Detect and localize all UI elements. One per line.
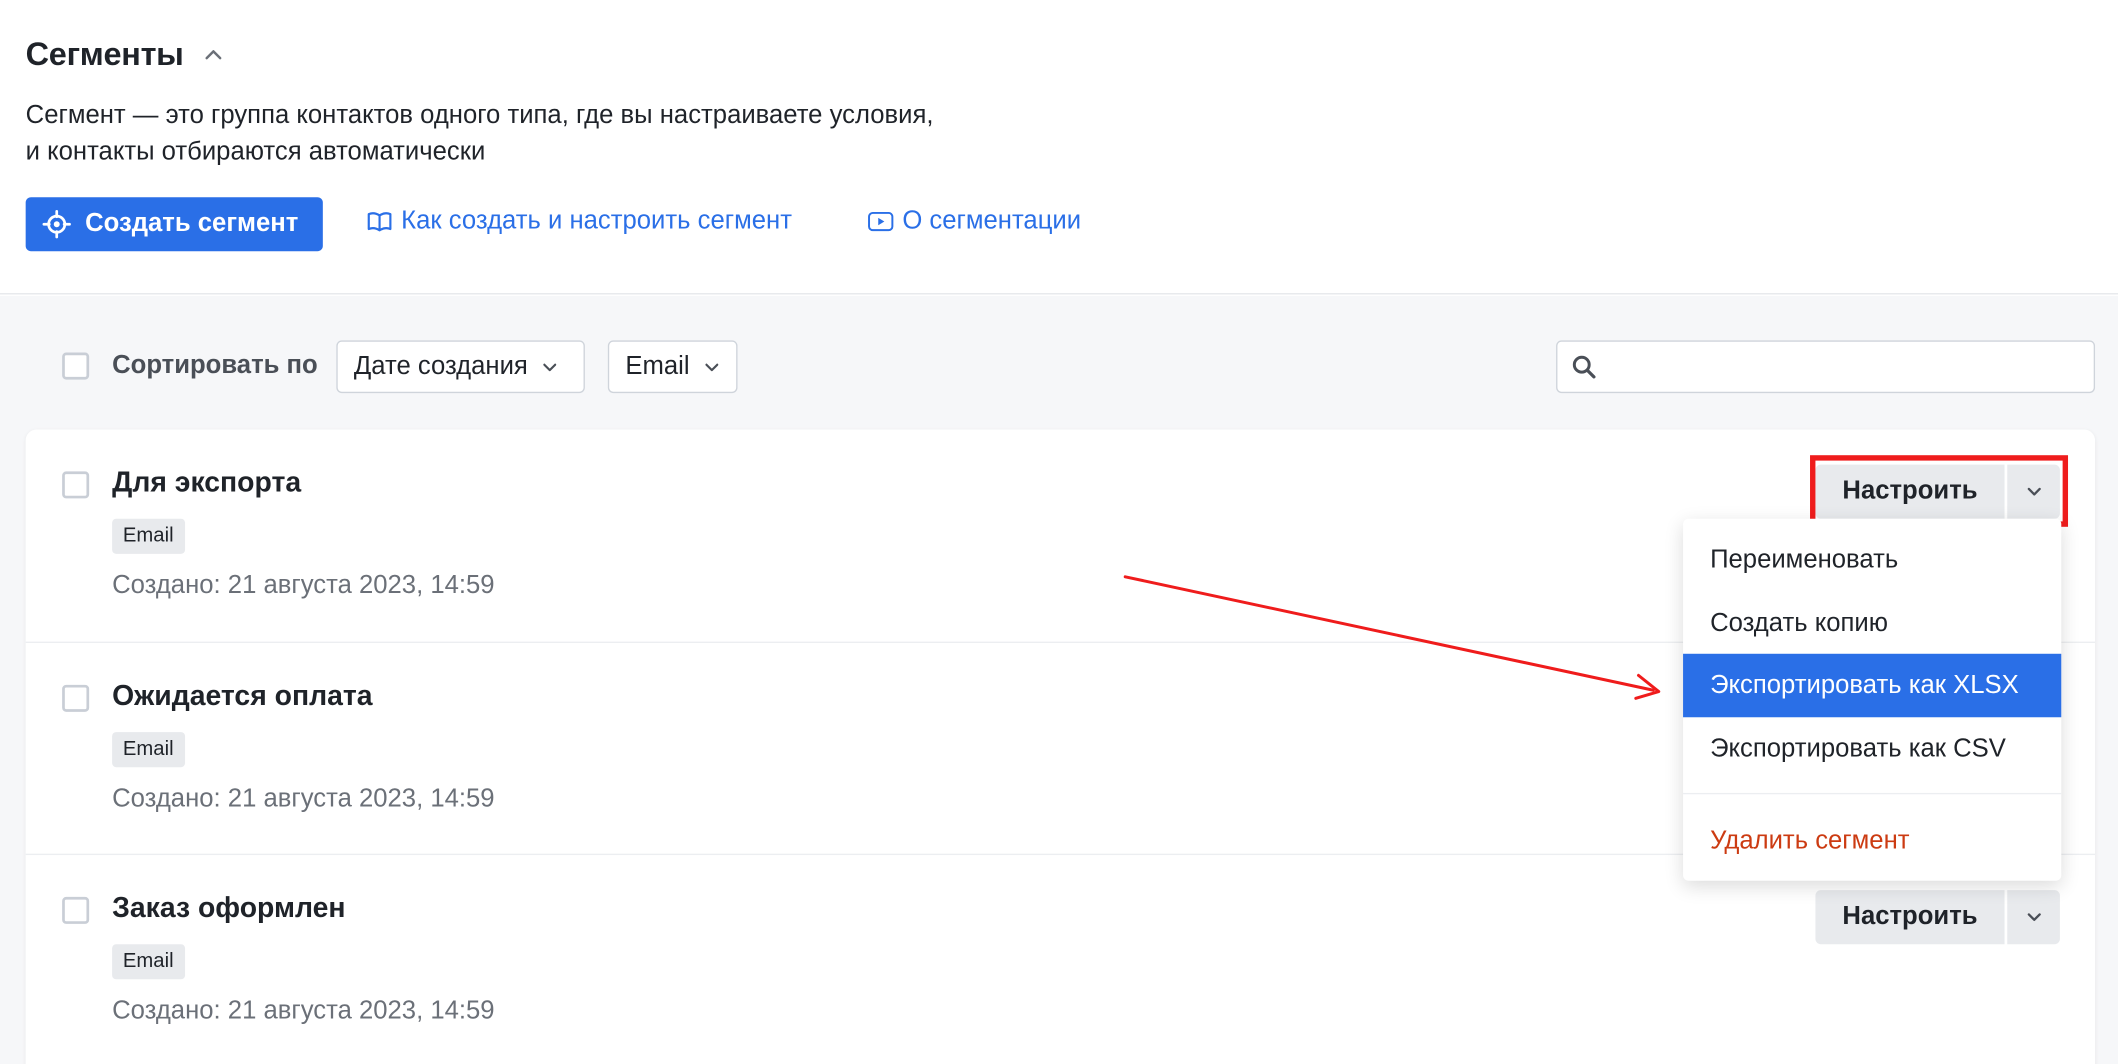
- sort-label: Сортировать по: [112, 351, 318, 380]
- chevron-down-icon: [2024, 482, 2043, 501]
- search-icon: [1571, 353, 1598, 380]
- segment-type-badge: Email: [112, 518, 185, 554]
- segment-created-date: Создано: 21 августа 2023, 14:59: [112, 571, 495, 600]
- page-title: Сегменты: [25, 36, 184, 73]
- create-segment-button[interactable]: Создать сегмент: [25, 197, 323, 252]
- type-select-value: Email: [625, 351, 690, 381]
- segment-created-date: Создано: 21 августа 2023, 14:59: [112, 784, 495, 814]
- configure-menu-toggle[interactable]: [2007, 890, 2060, 945]
- chevron-down-icon: [703, 359, 719, 375]
- chevron-up-icon[interactable]: [203, 45, 225, 67]
- search-box[interactable]: [1556, 340, 2096, 394]
- menu-item-rename[interactable]: Переименовать: [1683, 528, 2061, 591]
- row-checkbox[interactable]: [62, 684, 90, 712]
- about-link-label: О сегментации: [902, 206, 1082, 236]
- segment-actions-menu: Переименовать Создать копию Экспортирова…: [1683, 518, 2062, 881]
- segment-name[interactable]: Ожидается оплата: [112, 681, 372, 713]
- row-checkbox[interactable]: [62, 471, 90, 499]
- configure-split-button: Настроить: [1815, 464, 2060, 519]
- chevron-down-icon: [2024, 908, 2043, 927]
- configure-menu-toggle[interactable]: [2007, 464, 2060, 519]
- configure-split-button: Настроить: [1815, 890, 2060, 945]
- page-header: Сегменты Сегмент — это группа контактов …: [0, 0, 2118, 295]
- menu-item-duplicate[interactable]: Создать копию: [1683, 592, 2061, 655]
- configure-button[interactable]: Настроить: [1815, 890, 2005, 945]
- book-icon: [366, 208, 393, 235]
- video-icon: [867, 208, 894, 235]
- menu-item-delete[interactable]: Удалить сегмент: [1683, 809, 2061, 872]
- chevron-down-icon: [541, 359, 557, 375]
- segment-created-date: Создано: 21 августа 2023, 14:59: [112, 996, 495, 1026]
- select-all-checkbox[interactable]: [62, 352, 90, 380]
- description-line-2: и контакты отбираются автоматически: [25, 137, 486, 167]
- segment-type-badge: Email: [112, 944, 185, 980]
- menu-divider: [1683, 792, 2062, 795]
- page-description: Сегмент — это группа контактов одного ти…: [26, 97, 934, 170]
- about-link[interactable]: О сегментации: [867, 207, 1081, 237]
- search-input[interactable]: [1606, 352, 2094, 381]
- howto-link[interactable]: Как создать и настроить сегмент: [366, 207, 792, 237]
- segments-page: Сегменты Сегмент — это группа контактов …: [0, 0, 2118, 1064]
- sort-select[interactable]: Дате создания: [336, 340, 585, 394]
- configure-button[interactable]: Настроить: [1815, 464, 2005, 519]
- target-icon: [42, 209, 72, 239]
- type-select[interactable]: Email: [607, 340, 738, 394]
- menu-item-export-csv[interactable]: Экспортировать как CSV: [1683, 717, 2061, 780]
- create-segment-label: Создать сегмент: [85, 209, 299, 238]
- title-row: Сегменты: [26, 36, 224, 74]
- list-item[interactable]: Заказ оформлен Email Создано: 21 августа…: [25, 853, 2096, 1064]
- segment-type-badge: Email: [112, 732, 185, 768]
- row-checkbox[interactable]: [62, 896, 90, 924]
- segment-name[interactable]: Для экспорта: [112, 467, 301, 499]
- description-line-1: Сегмент — это группа контактов одного ти…: [25, 101, 934, 130]
- sort-select-value: Дате создания: [353, 351, 528, 381]
- segment-name[interactable]: Заказ оформлен: [112, 893, 345, 925]
- howto-link-label: Как создать и настроить сегмент: [401, 206, 792, 236]
- menu-item-export-xlsx[interactable]: Экспортировать как XLSX: [1683, 653, 2062, 718]
